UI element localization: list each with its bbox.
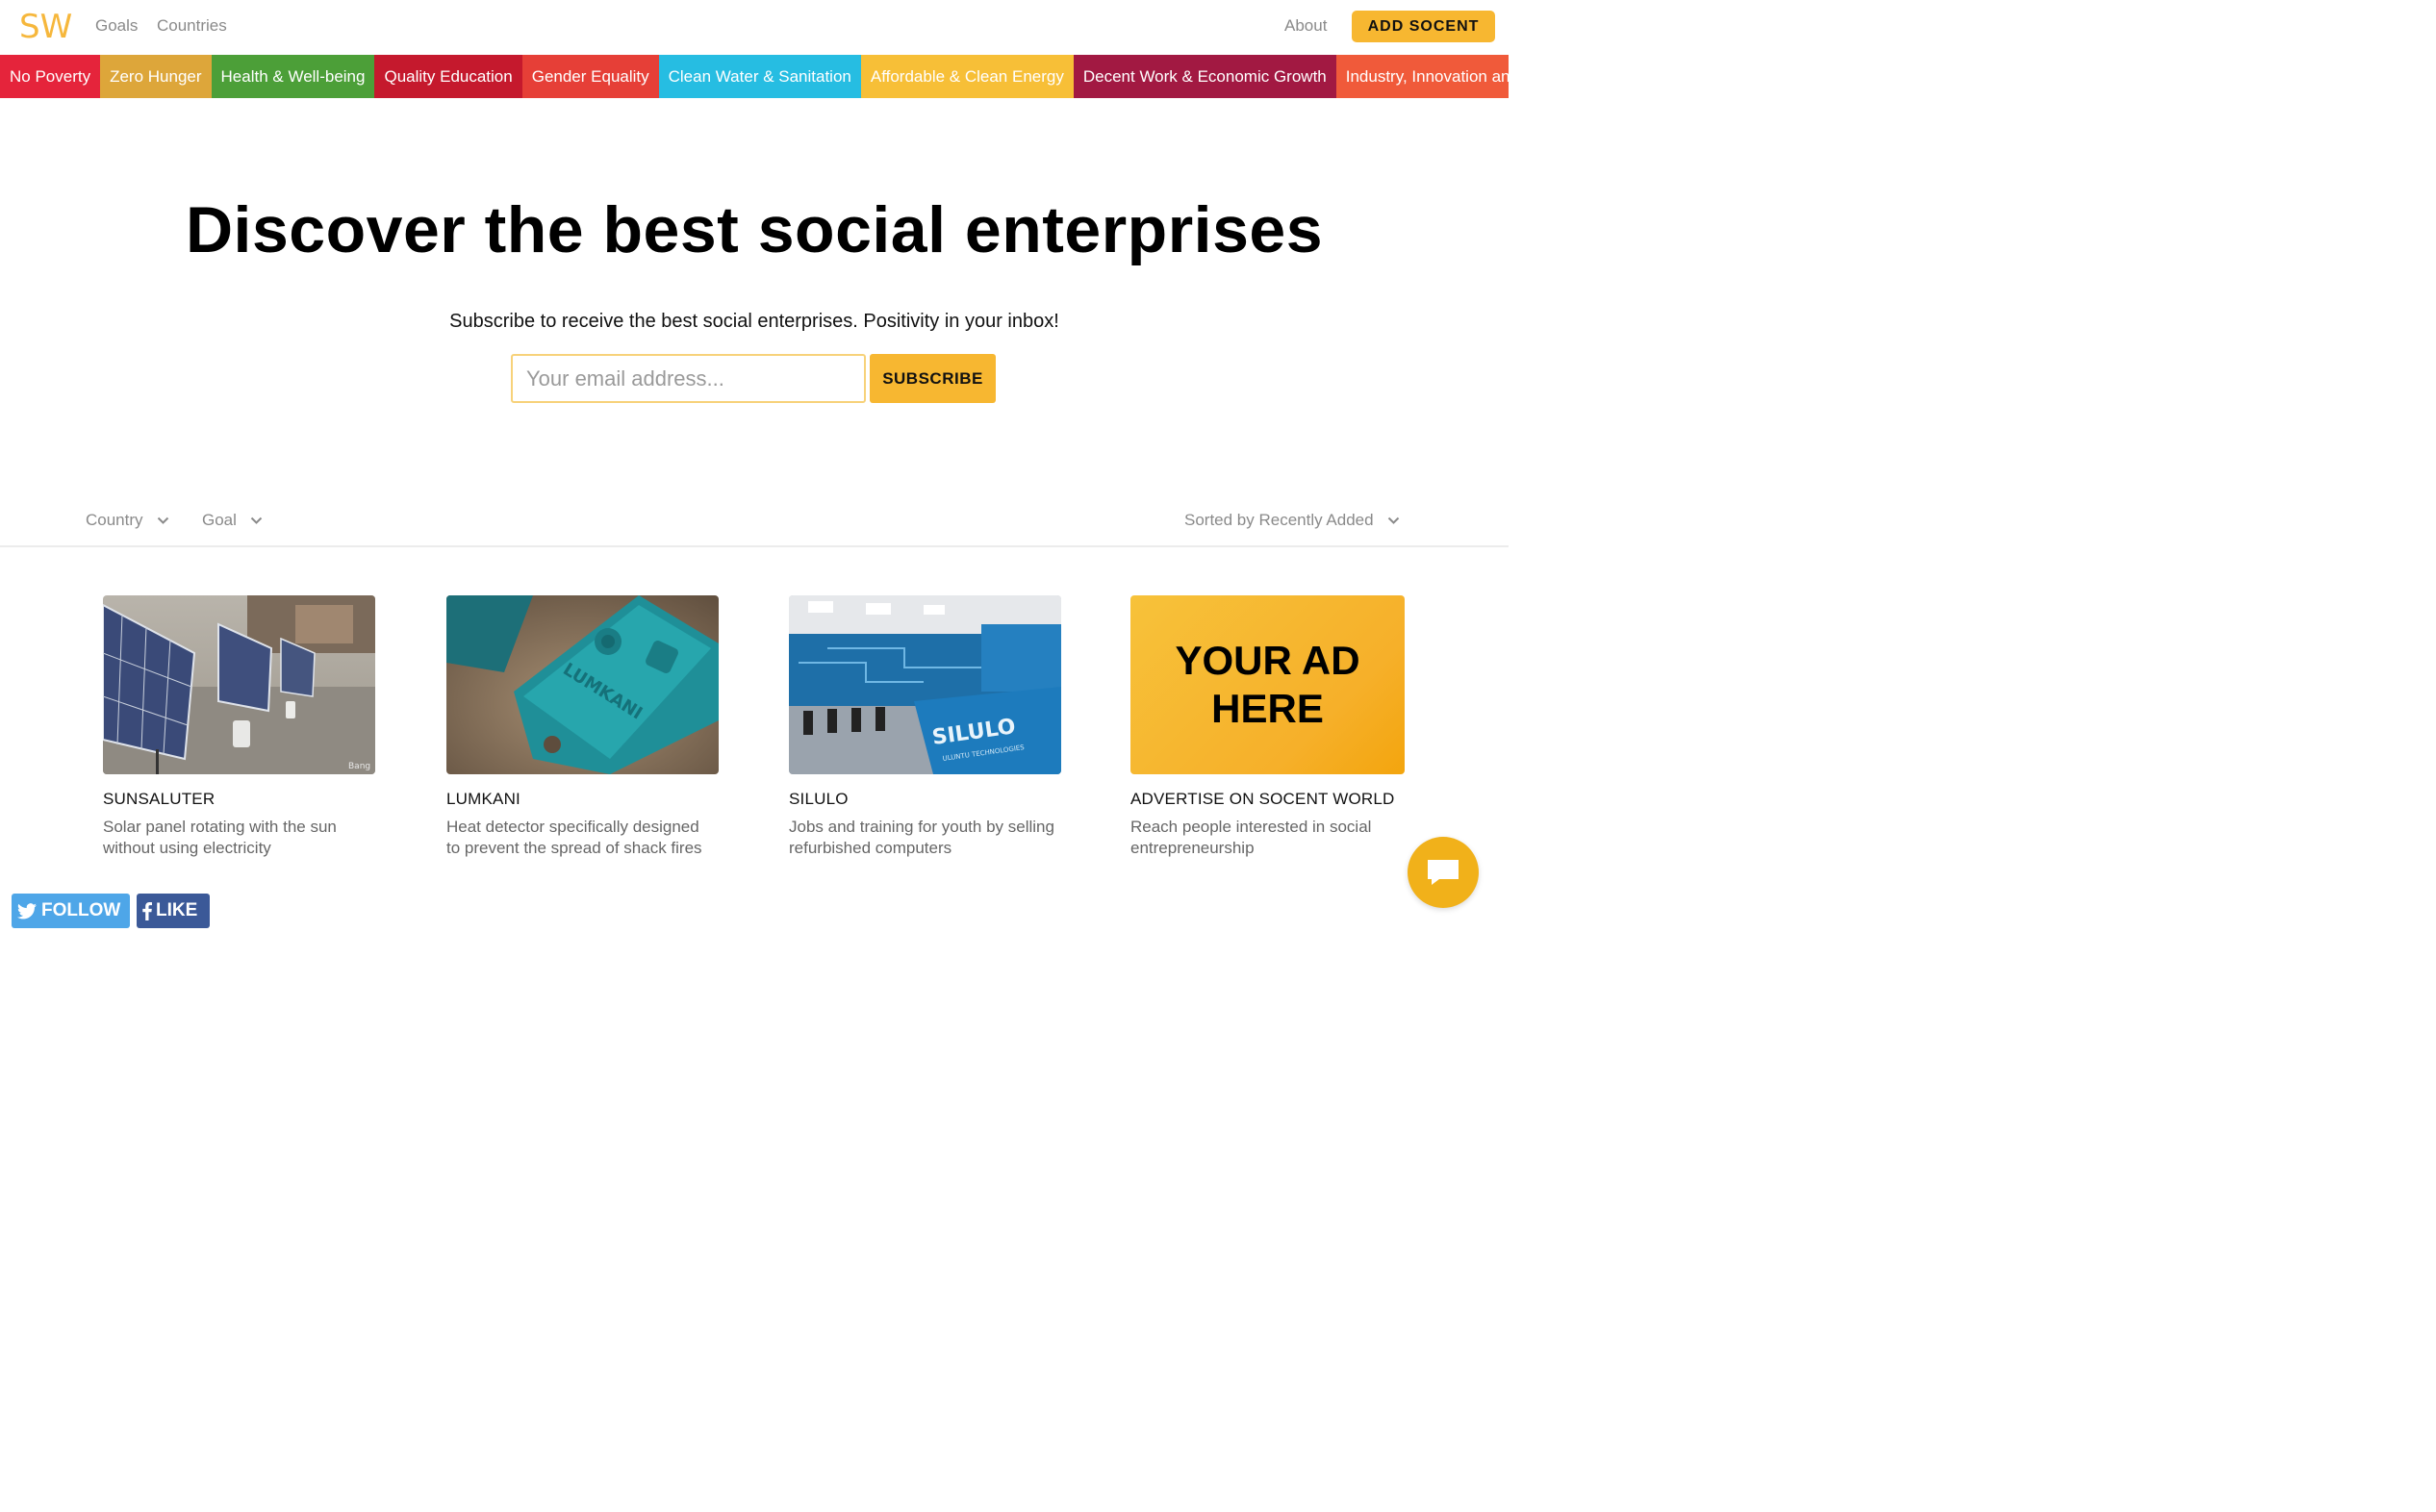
country-filter-dropdown[interactable]: Country: [86, 511, 169, 530]
chevron-down-icon: [157, 517, 169, 525]
card-title[interactable]: SUNSALUTER: [103, 790, 378, 809]
silulo-image[interactable]: SILULO ULUNTU TECHNOLOGIES: [789, 595, 1061, 774]
sort-label: Sorted by Recently Added: [1184, 511, 1374, 529]
twitter-icon: [17, 902, 37, 920]
card-description: Reach people interested in social entrep…: [1130, 818, 1372, 857]
hero-subtitle: Subscribe to receive the best social ent…: [449, 311, 1059, 332]
sort-dropdown[interactable]: Sorted by Recently Added: [1184, 511, 1400, 530]
your-ad-here-banner[interactable]: YOUR AD HERE: [1130, 595, 1405, 774]
goal-quality-education[interactable]: Quality Education: [374, 55, 522, 98]
goal-industry-innovation[interactable]: Industry, Innovation and Infrastructure: [1335, 55, 1509, 98]
nav-goals-link[interactable]: Goals: [95, 16, 138, 36]
lumkani-image[interactable]: LUMKANI: [446, 595, 719, 774]
goal-filter-dropdown[interactable]: Goal: [202, 511, 263, 530]
card-description: Heat detector specifically designed to p…: [446, 818, 702, 857]
socent-card-sunsaluter[interactable]: Bang SUNSALUTER Solar panel rotating wit…: [103, 595, 378, 859]
chevron-down-icon: [1387, 517, 1400, 525]
ad-line-1: YOUR AD: [1175, 638, 1360, 683]
site-logo[interactable]: SW: [19, 8, 72, 46]
goal-no-poverty[interactable]: No Poverty: [0, 55, 101, 98]
like-label: LIKE: [156, 900, 198, 920]
nav-about-link[interactable]: About: [1284, 16, 1327, 36]
socent-card-silulo[interactable]: SILULO ULUNTU TECHNOLOGIES SILULO Jobs a…: [789, 595, 1064, 859]
goal-filter-label: Goal: [202, 511, 237, 529]
nav-countries-link[interactable]: Countries: [157, 16, 227, 36]
filter-divider: [0, 545, 1509, 547]
chat-widget-button[interactable]: [1408, 837, 1479, 908]
subscribe-button[interactable]: SUBSCRIBE: [870, 354, 996, 403]
goals-bar: No Poverty Zero Hunger Health & Well-bei…: [0, 55, 1509, 98]
facebook-icon: [142, 901, 152, 920]
goal-clean-energy[interactable]: Affordable & Clean Energy: [860, 55, 1074, 98]
hero-title: Discover the best social enterprises: [185, 193, 1324, 266]
goal-clean-water[interactable]: Clean Water & Sanitation: [658, 55, 861, 98]
email-input[interactable]: [511, 354, 866, 403]
chevron-down-icon: [250, 517, 263, 525]
chat-icon: [1426, 858, 1460, 887]
ad-line-2: HERE: [1211, 686, 1324, 731]
socent-card-lumkani[interactable]: LUMKANI LUMKANI Heat detector specifical…: [446, 595, 722, 859]
top-navbar: SW Goals Countries About ADD SOCENT: [0, 0, 1509, 55]
twitter-follow-button[interactable]: FOLLOW: [12, 894, 130, 928]
add-socent-button[interactable]: ADD SOCENT: [1352, 11, 1495, 42]
goal-zero-hunger[interactable]: Zero Hunger: [100, 55, 212, 98]
card-title[interactable]: SILULO: [789, 790, 1064, 809]
card-title[interactable]: ADVERTISE ON SOCENT WORLD: [1130, 790, 1406, 809]
advertise-card[interactable]: YOUR AD HERE ADVERTISE ON SOCENT WORLD R…: [1130, 595, 1406, 859]
image-watermark: Bang: [348, 762, 370, 771]
country-filter-label: Country: [86, 511, 143, 529]
card-description: Jobs and training for youth by selling r…: [789, 818, 1054, 857]
goal-decent-work[interactable]: Decent Work & Economic Growth: [1073, 55, 1336, 98]
goal-health-well-being[interactable]: Health & Well-being: [211, 55, 375, 98]
facebook-like-button[interactable]: LIKE: [137, 894, 210, 928]
sunsaluter-image[interactable]: Bang: [103, 595, 375, 774]
follow-label: FOLLOW: [41, 900, 121, 920]
goal-gender-equality[interactable]: Gender Equality: [521, 55, 659, 98]
card-description: Solar panel rotating with the sun withou…: [103, 818, 337, 857]
card-title[interactable]: LUMKANI: [446, 790, 722, 809]
